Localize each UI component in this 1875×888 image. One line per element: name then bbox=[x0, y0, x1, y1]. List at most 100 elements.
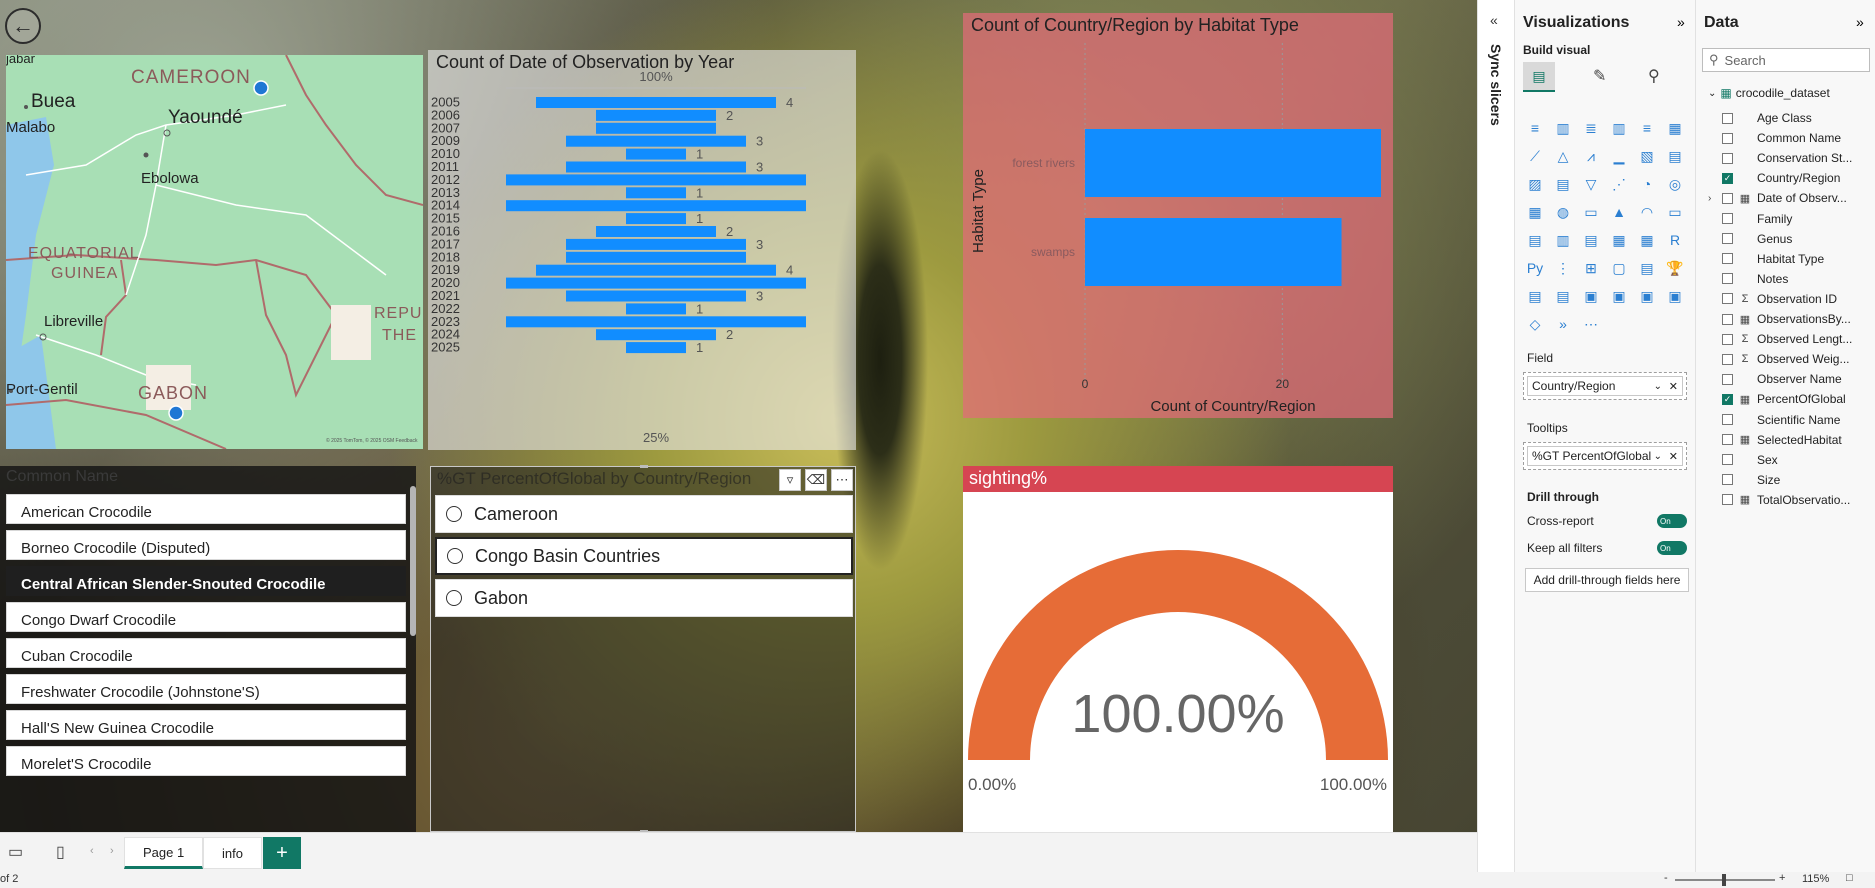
chevron-down-icon[interactable]: ⌄ bbox=[1654, 381, 1662, 392]
back-arrow-icon[interactable]: ← bbox=[5, 8, 41, 44]
desktop-view-icon[interactable]: ▭ bbox=[8, 842, 23, 862]
map-visual[interactable]: jabar CAMEROON Yaoundé Buea Malabo Ebolo… bbox=[6, 55, 423, 449]
more-options-icon[interactable]: ⋯ bbox=[831, 469, 853, 491]
checkbox[interactable] bbox=[1722, 273, 1733, 285]
list-item[interactable]: Borneo Crocodile (Disputed) bbox=[6, 530, 406, 560]
list-item[interactable]: Congo Dwarf Crocodile bbox=[6, 602, 406, 632]
radio-button[interactable] bbox=[447, 548, 463, 564]
zoom-in-button[interactable]: + bbox=[1779, 872, 1785, 884]
checkbox[interactable] bbox=[1722, 474, 1733, 486]
checkbox[interactable] bbox=[1722, 373, 1733, 385]
mobile-view-icon[interactable]: ▯ bbox=[56, 842, 65, 862]
field-row[interactable]: ▦ SelectedHabitat bbox=[1704, 430, 1874, 450]
field-row[interactable]: Genus bbox=[1704, 229, 1874, 249]
visual-type-icon[interactable]: ▤ bbox=[1551, 172, 1575, 196]
field-row[interactable]: Notes bbox=[1704, 269, 1874, 289]
checkbox[interactable]: ✓ bbox=[1722, 172, 1733, 184]
common-name-slicer[interactable]: Common Name American Crocodile Borneo Cro… bbox=[0, 466, 416, 832]
visual-type-icon[interactable]: ⋰ bbox=[1607, 172, 1631, 196]
field-row[interactable]: ✓ ▦ PercentOfGlobal bbox=[1704, 389, 1874, 409]
visual-type-icon[interactable]: ◠ bbox=[1635, 200, 1659, 224]
keep-filters-toggle[interactable]: On bbox=[1657, 541, 1687, 555]
region-slicer[interactable]: %GT PercentOfGlobal by Country/Region ▿ … bbox=[430, 465, 856, 832]
checkbox[interactable] bbox=[1722, 132, 1733, 144]
zoom-slider-thumb[interactable] bbox=[1722, 874, 1726, 886]
visual-type-icon[interactable]: ▥ bbox=[1607, 116, 1631, 140]
visual-type-icon[interactable]: ▤ bbox=[1523, 228, 1547, 252]
visual-type-icon[interactable]: ▦ bbox=[1635, 228, 1659, 252]
visual-type-icon[interactable]: Py bbox=[1523, 256, 1547, 280]
checkbox[interactable] bbox=[1722, 333, 1733, 345]
checkbox[interactable] bbox=[1722, 494, 1733, 506]
tooltips-well[interactable]: %GT PercentOfGlobal ⌄ ✕ bbox=[1523, 442, 1687, 470]
expand-data-icon[interactable]: » bbox=[1856, 14, 1864, 30]
list-item[interactable]: American Crocodile bbox=[6, 494, 406, 524]
field-row[interactable]: Σ Observation ID bbox=[1704, 289, 1874, 309]
prev-page-icon[interactable]: ‹ bbox=[90, 845, 94, 857]
list-item[interactable]: Hall'S New Guinea Crocodile bbox=[6, 710, 406, 740]
close-icon[interactable]: ✕ bbox=[1669, 380, 1678, 393]
field-row[interactable]: ▦ ObservationsBy... bbox=[1704, 309, 1874, 329]
checkbox[interactable]: ✓ bbox=[1722, 393, 1733, 405]
dataset-node[interactable]: ⌄ ▦ crocodile_dataset bbox=[1708, 86, 1830, 100]
visual-type-icon[interactable]: ⟋ bbox=[1523, 144, 1547, 168]
checkbox[interactable] bbox=[1722, 253, 1733, 265]
sync-slicers-label[interactable]: Sync slicers bbox=[1488, 44, 1504, 126]
visual-type-icon[interactable]: ▣ bbox=[1579, 284, 1603, 308]
visual-type-icon[interactable]: ◎ bbox=[1663, 172, 1687, 196]
visual-type-icon[interactable]: ▤ bbox=[1579, 228, 1603, 252]
checkbox[interactable] bbox=[1722, 434, 1733, 446]
checkbox[interactable] bbox=[1722, 213, 1733, 224]
visual-type-icon[interactable]: ◇ bbox=[1523, 312, 1547, 336]
build-visual-icon[interactable]: ▤ bbox=[1523, 62, 1555, 92]
field-row[interactable]: Conservation St... bbox=[1704, 148, 1874, 168]
visual-type-icon[interactable]: ▦ bbox=[1663, 116, 1687, 140]
field-row[interactable]: ✓ Country/Region bbox=[1704, 168, 1874, 188]
filter-icon[interactable]: ▿ bbox=[779, 469, 801, 491]
list-item[interactable]: Cuban Crocodile bbox=[6, 638, 406, 668]
visual-type-icon[interactable]: ▤ bbox=[1635, 256, 1659, 280]
visual-type-icon[interactable]: △ bbox=[1551, 144, 1575, 168]
visual-type-icon[interactable]: » bbox=[1551, 312, 1575, 336]
format-visual-icon[interactable]: ✎ bbox=[1593, 66, 1606, 86]
visual-type-icon[interactable]: ▥ bbox=[1551, 116, 1575, 140]
checkbox[interactable] bbox=[1722, 152, 1733, 164]
visual-type-icon[interactable]: ⩘ bbox=[1579, 144, 1603, 168]
resize-handle-top[interactable] bbox=[640, 465, 648, 468]
field-row[interactable]: Observer Name bbox=[1704, 369, 1874, 389]
tab-page-1[interactable]: Page 1 bbox=[124, 837, 204, 869]
visual-type-icon[interactable]: ▽ bbox=[1579, 172, 1603, 196]
fit-page-icon[interactable]: □ bbox=[1846, 872, 1853, 884]
expand-visualizations-icon[interactable]: » bbox=[1677, 14, 1685, 30]
region-option[interactable]: Congo Basin Countries bbox=[435, 537, 853, 575]
checkbox[interactable] bbox=[1722, 313, 1733, 325]
visual-type-icon[interactable]: ▭ bbox=[1579, 200, 1603, 224]
close-icon[interactable]: ✕ bbox=[1669, 450, 1678, 463]
visual-type-icon[interactable]: ≡ bbox=[1635, 116, 1659, 140]
visual-type-icon[interactable]: ▤ bbox=[1551, 284, 1575, 308]
checkbox[interactable] bbox=[1722, 112, 1733, 124]
habitat-bar-chart[interactable]: Count of Country/Region by Habitat Type … bbox=[963, 13, 1393, 418]
radio-button[interactable] bbox=[446, 506, 462, 522]
map-point-gabon[interactable] bbox=[168, 405, 184, 421]
visual-type-icon[interactable]: ▤ bbox=[1523, 284, 1547, 308]
collapse-sync-icon[interactable]: « bbox=[1490, 12, 1498, 28]
cross-report-toggle[interactable]: On bbox=[1657, 514, 1687, 528]
visual-type-icon[interactable]: ⊞ bbox=[1579, 256, 1603, 280]
field-row[interactable]: Σ Observed Weig... bbox=[1704, 349, 1874, 369]
zoom-level[interactable]: 115% bbox=[1802, 873, 1829, 885]
visual-type-icon[interactable]: ▣ bbox=[1663, 284, 1687, 308]
visual-type-icon[interactable]: ≣ bbox=[1579, 116, 1603, 140]
tooltips-chip[interactable]: %GT PercentOfGlobal ⌄ ✕ bbox=[1527, 446, 1683, 466]
visual-type-icon[interactable]: ◍ bbox=[1551, 200, 1575, 224]
field-row[interactable]: Age Class bbox=[1704, 108, 1874, 128]
visual-type-icon[interactable]: ▁ bbox=[1607, 144, 1631, 168]
analytics-icon[interactable]: ⚲ bbox=[1648, 66, 1660, 86]
report-canvas[interactable]: ← jabar CAMEROON Yaoundé Buea Malabo Ebo… bbox=[0, 0, 1477, 832]
field-row[interactable]: Scientific Name bbox=[1704, 410, 1874, 430]
map-point-cameroon[interactable] bbox=[253, 80, 269, 96]
checkbox[interactable] bbox=[1722, 414, 1733, 425]
common-name-scrollbar[interactable] bbox=[410, 486, 416, 636]
checkbox[interactable] bbox=[1722, 192, 1733, 204]
radio-button[interactable] bbox=[446, 590, 462, 606]
